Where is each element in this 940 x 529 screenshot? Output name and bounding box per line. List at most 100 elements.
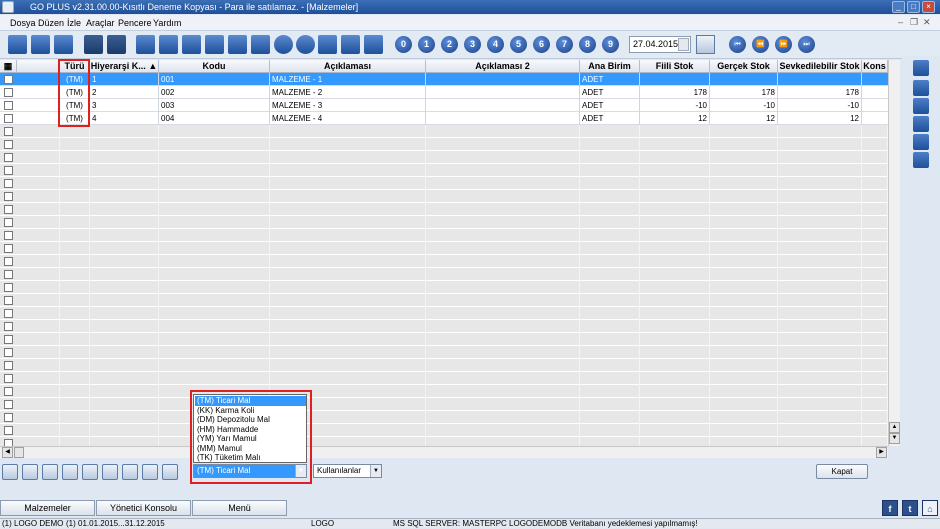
empty-row[interactable]	[0, 398, 888, 411]
row-checkbox[interactable]	[4, 309, 13, 318]
row-checkbox[interactable]	[4, 166, 13, 175]
menu-duzen[interactable]: Düzen	[38, 18, 64, 28]
column-header-fiili-stok[interactable]: Fiili Stok	[640, 60, 710, 73]
empty-row[interactable]	[0, 177, 888, 190]
empty-row[interactable]	[0, 424, 888, 437]
row-checkbox[interactable]	[4, 413, 13, 422]
twitter-icon[interactable]: t	[902, 500, 918, 516]
users-filter-select[interactable]: Kullanılanlar ▼	[313, 464, 382, 478]
row-checkbox[interactable]	[4, 244, 13, 253]
book-icon[interactable]	[913, 116, 929, 132]
edit-document-icon[interactable]	[205, 35, 224, 54]
column-header-sevkedilebilir-stok[interactable]: Sevkedilebilir Stok	[778, 60, 862, 73]
scroll-up-icon[interactable]: ▲	[889, 422, 900, 433]
menu-izle[interactable]: İzle	[67, 18, 81, 28]
building-icon[interactable]	[31, 35, 50, 54]
row-checkbox[interactable]	[4, 270, 13, 279]
column-header-kodu[interactable]: Kodu	[159, 60, 270, 73]
edit-icon[interactable]	[913, 98, 929, 114]
empty-row[interactable]	[0, 203, 888, 216]
empty-row[interactable]	[0, 268, 888, 281]
number-button-2[interactable]: 2	[441, 36, 458, 53]
number-button-1[interactable]: 1	[418, 36, 435, 53]
report-icon[interactable]	[182, 35, 201, 54]
minimize-button[interactable]: _	[892, 1, 905, 13]
close-window-button[interactable]: ×	[922, 1, 935, 13]
table-row[interactable]: (TM) 2 002 MALZEME - 2 ADET 178 178 178	[0, 86, 888, 99]
horizontal-scrollbar[interactable]: ◀ ▶	[0, 446, 888, 458]
empty-row[interactable]	[0, 151, 888, 164]
new-icon[interactable]	[2, 464, 18, 480]
row-checkbox[interactable]	[4, 127, 13, 136]
row-checkbox[interactable]	[4, 205, 13, 214]
mdi-restore-icon[interactable]: ❐	[910, 17, 918, 28]
empty-row[interactable]	[0, 229, 888, 242]
group-icon[interactable]	[341, 35, 360, 54]
megaphone-icon[interactable]	[251, 35, 270, 54]
info-icon[interactable]	[122, 464, 138, 480]
row-checkbox[interactable]	[4, 88, 13, 97]
row-checkbox[interactable]	[4, 283, 13, 292]
menu-araclar[interactable]: Araçlar	[86, 18, 115, 28]
printer-icon[interactable]	[913, 134, 929, 150]
date-field[interactable]: 27.04.2015	[629, 36, 691, 53]
empty-row[interactable]	[0, 346, 888, 359]
empty-row[interactable]	[0, 164, 888, 177]
delete-icon[interactable]	[42, 464, 58, 480]
row-checkbox[interactable]	[4, 140, 13, 149]
chart-icon[interactable]	[159, 35, 178, 54]
tab-menu[interactable]: Menü	[192, 500, 287, 516]
scroll-thumb[interactable]	[14, 447, 24, 458]
table-row[interactable]: (TM) 1 001 MALZEME - 1 ADET	[0, 73, 888, 86]
column-header-ana-birim[interactable]: Ana Birim	[580, 60, 640, 73]
row-checkbox[interactable]	[4, 348, 13, 357]
mdi-close-icon[interactable]: ✕	[923, 17, 931, 28]
menu-dosya[interactable]: Dosya	[10, 18, 36, 28]
search-icon[interactable]	[318, 35, 337, 54]
app-icon[interactable]	[2, 1, 14, 13]
first-record-icon[interactable]: ⏮	[729, 36, 746, 53]
number-button-3[interactable]: 3	[464, 36, 481, 53]
filter-icon[interactable]	[102, 464, 118, 480]
menu-yardim[interactable]: Yardım	[153, 18, 181, 28]
calendar-icon[interactable]	[696, 35, 715, 54]
empty-row[interactable]	[0, 216, 888, 229]
maximize-button[interactable]: □	[907, 1, 920, 13]
column-header-hiyerarsi[interactable]: Hiyerarşi K... ▲	[90, 60, 159, 73]
chevron-down-icon[interactable]: ▼	[370, 465, 381, 477]
next-record-icon[interactable]: ⏩	[775, 36, 792, 53]
row-checkbox[interactable]	[4, 296, 13, 305]
export-icon[interactable]	[82, 464, 98, 480]
save-icon[interactable]	[913, 80, 929, 96]
phone-icon[interactable]	[913, 60, 929, 76]
scroll-left-icon[interactable]: ◀	[2, 447, 13, 458]
folder-icon[interactable]	[228, 35, 247, 54]
users-icon[interactable]	[8, 35, 27, 54]
scroll-right-icon[interactable]: ▶	[876, 447, 887, 458]
empty-row[interactable]	[0, 307, 888, 320]
number-button-5[interactable]: 5	[510, 36, 527, 53]
table-row[interactable]: (TM) 4 004 MALZEME - 4 ADET 12 12 12	[0, 112, 888, 125]
empty-row[interactable]	[0, 359, 888, 372]
empty-row[interactable]	[0, 385, 888, 398]
last-record-icon[interactable]: ⏭	[798, 36, 815, 53]
row-checkbox[interactable]	[4, 257, 13, 266]
row-checkbox[interactable]	[4, 439, 13, 446]
org-chart-icon[interactable]	[54, 35, 73, 54]
row-checkbox[interactable]	[4, 374, 13, 383]
empty-row[interactable]	[0, 372, 888, 385]
empty-row[interactable]	[0, 320, 888, 333]
number-button-4[interactable]: 4	[487, 36, 504, 53]
number-button-9[interactable]: 9	[602, 36, 619, 53]
speedometer-icon[interactable]	[296, 35, 315, 54]
row-checkbox[interactable]	[4, 179, 13, 188]
empty-row[interactable]	[0, 242, 888, 255]
vertical-scrollbar[interactable]: ▲ ▼	[888, 60, 900, 446]
empty-row[interactable]	[0, 437, 888, 446]
row-checkbox[interactable]	[4, 218, 13, 227]
card-icon[interactable]	[136, 35, 155, 54]
number-button-0[interactable]: 0	[395, 36, 412, 53]
select-all-icon[interactable]: ▦	[0, 60, 17, 73]
row-checkbox[interactable]	[4, 322, 13, 331]
row-checkbox[interactable]	[4, 400, 13, 409]
